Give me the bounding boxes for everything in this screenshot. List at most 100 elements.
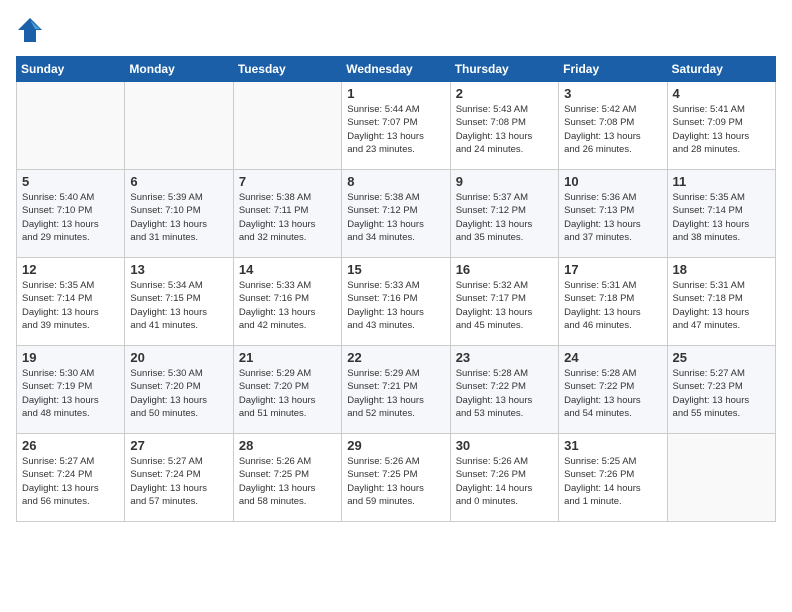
calendar-cell: 12 Sunrise: 5:35 AM Sunset: 7:14 PM Dayli… [17,258,125,346]
day-number: 22 [347,350,444,365]
day-number: 25 [673,350,770,365]
col-header-saturday: Saturday [667,57,775,82]
calendar-cell: 23 Sunrise: 5:28 AM Sunset: 7:22 PM Dayli… [450,346,558,434]
day-number: 8 [347,174,444,189]
col-header-thursday: Thursday [450,57,558,82]
day-number: 14 [239,262,336,277]
calendar-cell: 15 Sunrise: 5:33 AM Sunset: 7:16 PM Dayli… [342,258,450,346]
day-number: 2 [456,86,553,101]
cell-info: Sunrise: 5:32 AM Sunset: 7:17 PM Dayligh… [456,279,553,332]
day-number: 31 [564,438,661,453]
cell-info: Sunrise: 5:26 AM Sunset: 7:25 PM Dayligh… [239,455,336,508]
cell-info: Sunrise: 5:43 AM Sunset: 7:08 PM Dayligh… [456,103,553,156]
day-number: 27 [130,438,227,453]
calendar-cell [233,82,341,170]
cell-info: Sunrise: 5:28 AM Sunset: 7:22 PM Dayligh… [564,367,661,420]
cell-info: Sunrise: 5:42 AM Sunset: 7:08 PM Dayligh… [564,103,661,156]
day-number: 5 [22,174,119,189]
cell-info: Sunrise: 5:26 AM Sunset: 7:25 PM Dayligh… [347,455,444,508]
day-number: 29 [347,438,444,453]
col-header-friday: Friday [559,57,667,82]
cell-info: Sunrise: 5:28 AM Sunset: 7:22 PM Dayligh… [456,367,553,420]
cell-info: Sunrise: 5:36 AM Sunset: 7:13 PM Dayligh… [564,191,661,244]
cell-info: Sunrise: 5:34 AM Sunset: 7:15 PM Dayligh… [130,279,227,332]
day-number: 30 [456,438,553,453]
calendar-cell: 4 Sunrise: 5:41 AM Sunset: 7:09 PM Daylig… [667,82,775,170]
cell-info: Sunrise: 5:27 AM Sunset: 7:24 PM Dayligh… [22,455,119,508]
day-number: 16 [456,262,553,277]
cell-info: Sunrise: 5:33 AM Sunset: 7:16 PM Dayligh… [347,279,444,332]
calendar-cell: 11 Sunrise: 5:35 AM Sunset: 7:14 PM Dayli… [667,170,775,258]
cell-info: Sunrise: 5:35 AM Sunset: 7:14 PM Dayligh… [22,279,119,332]
calendar-cell: 18 Sunrise: 5:31 AM Sunset: 7:18 PM Dayli… [667,258,775,346]
cell-info: Sunrise: 5:37 AM Sunset: 7:12 PM Dayligh… [456,191,553,244]
calendar-cell: 26Sunrise: 5:27 AM Sunset: 7:24 PM Dayli… [17,434,125,522]
day-number: 9 [456,174,553,189]
day-number: 24 [564,350,661,365]
day-number: 3 [564,86,661,101]
calendar-cell: 28 Sunrise: 5:26 AM Sunset: 7:25 PM Dayli… [233,434,341,522]
calendar-table: SundayMondayTuesdayWednesdayThursdayFrid… [16,56,776,522]
cell-info: Sunrise: 5:29 AM Sunset: 7:20 PM Dayligh… [239,367,336,420]
cell-info: Sunrise: 5:40 AM Sunset: 7:10 PM Dayligh… [22,191,119,244]
cell-info: Sunrise: 5:25 AM Sunset: 7:26 PM Dayligh… [564,455,661,508]
calendar-cell: 1Sunrise: 5:44 AM Sunset: 7:07 PM Daylig… [342,82,450,170]
calendar-cell: 31 Sunrise: 5:25 AM Sunset: 7:26 PM Dayli… [559,434,667,522]
calendar-cell: 7 Sunrise: 5:38 AM Sunset: 7:11 PM Daylig… [233,170,341,258]
day-number: 7 [239,174,336,189]
day-number: 23 [456,350,553,365]
cell-info: Sunrise: 5:38 AM Sunset: 7:12 PM Dayligh… [347,191,444,244]
logo-icon [16,16,44,44]
day-number: 21 [239,350,336,365]
day-number: 12 [22,262,119,277]
cell-info: Sunrise: 5:31 AM Sunset: 7:18 PM Dayligh… [564,279,661,332]
cell-info: Sunrise: 5:27 AM Sunset: 7:24 PM Dayligh… [130,455,227,508]
day-number: 18 [673,262,770,277]
calendar-cell: 8 Sunrise: 5:38 AM Sunset: 7:12 PM Daylig… [342,170,450,258]
day-number: 10 [564,174,661,189]
calendar-cell: 27 Sunrise: 5:27 AM Sunset: 7:24 PM Dayli… [125,434,233,522]
calendar-cell: 30 Sunrise: 5:26 AM Sunset: 7:26 PM Dayli… [450,434,558,522]
cell-info: Sunrise: 5:38 AM Sunset: 7:11 PM Dayligh… [239,191,336,244]
calendar-cell: 20Sunrise: 5:30 AM Sunset: 7:20 PM Dayli… [125,346,233,434]
cell-info: Sunrise: 5:39 AM Sunset: 7:10 PM Dayligh… [130,191,227,244]
calendar-cell: 22Sunrise: 5:29 AM Sunset: 7:21 PM Dayli… [342,346,450,434]
day-number: 28 [239,438,336,453]
header-row: SundayMondayTuesdayWednesdayThursdayFrid… [17,57,776,82]
calendar-cell: 19 Sunrise: 5:30 AM Sunset: 7:19 PM Dayli… [17,346,125,434]
day-number: 11 [673,174,770,189]
calendar-cell: 10 Sunrise: 5:36 AM Sunset: 7:13 PM Dayli… [559,170,667,258]
week-row-2: 5 Sunrise: 5:40 AM Sunset: 7:10 PM Daylig… [17,170,776,258]
week-row-5: 26Sunrise: 5:27 AM Sunset: 7:24 PM Dayli… [17,434,776,522]
calendar-cell: 17 Sunrise: 5:31 AM Sunset: 7:18 PM Dayli… [559,258,667,346]
calendar-cell: 25 Sunrise: 5:27 AM Sunset: 7:23 PM Dayli… [667,346,775,434]
calendar-cell: 2 Sunrise: 5:43 AM Sunset: 7:08 PM Daylig… [450,82,558,170]
day-number: 17 [564,262,661,277]
cell-info: Sunrise: 5:27 AM Sunset: 7:23 PM Dayligh… [673,367,770,420]
cell-info: Sunrise: 5:31 AM Sunset: 7:18 PM Dayligh… [673,279,770,332]
page-header [16,16,776,44]
day-number: 20 [130,350,227,365]
week-row-3: 12 Sunrise: 5:35 AM Sunset: 7:14 PM Dayli… [17,258,776,346]
day-number: 13 [130,262,227,277]
logo [16,16,48,44]
cell-info: Sunrise: 5:41 AM Sunset: 7:09 PM Dayligh… [673,103,770,156]
col-header-tuesday: Tuesday [233,57,341,82]
calendar-cell: 29 Sunrise: 5:26 AM Sunset: 7:25 PM Dayli… [342,434,450,522]
calendar-cell: 16 Sunrise: 5:32 AM Sunset: 7:17 PM Dayli… [450,258,558,346]
cell-info: Sunrise: 5:26 AM Sunset: 7:26 PM Dayligh… [456,455,553,508]
cell-info: Sunrise: 5:35 AM Sunset: 7:14 PM Dayligh… [673,191,770,244]
day-number: 1 [347,86,444,101]
calendar-cell: 21 Sunrise: 5:29 AM Sunset: 7:20 PM Dayli… [233,346,341,434]
col-header-wednesday: Wednesday [342,57,450,82]
cell-info: Sunrise: 5:30 AM Sunset: 7:19 PM Dayligh… [22,367,119,420]
day-number: 15 [347,262,444,277]
calendar-cell [17,82,125,170]
calendar-cell [667,434,775,522]
day-number: 19 [22,350,119,365]
calendar-cell: 14Sunrise: 5:33 AM Sunset: 7:16 PM Dayli… [233,258,341,346]
day-number: 4 [673,86,770,101]
week-row-4: 19 Sunrise: 5:30 AM Sunset: 7:19 PM Dayli… [17,346,776,434]
day-number: 6 [130,174,227,189]
week-row-1: 1Sunrise: 5:44 AM Sunset: 7:07 PM Daylig… [17,82,776,170]
